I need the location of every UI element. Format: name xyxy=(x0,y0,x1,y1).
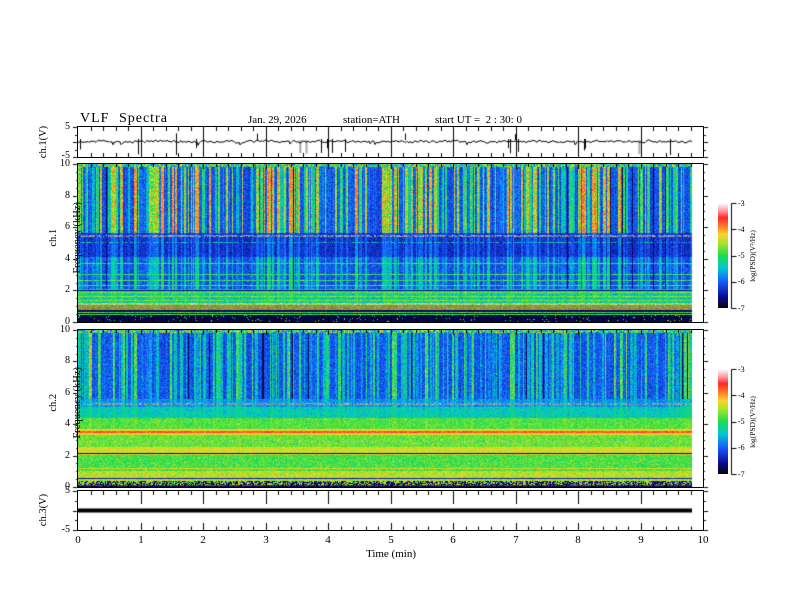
vlf-spectra-figure: VLF Spectra Jan. 29, 2026 station=ATH st… xyxy=(0,0,792,612)
ch3-waveform-panel xyxy=(77,490,704,531)
y-tick-label: 2 xyxy=(65,450,70,461)
colorbar-ch1-gradient xyxy=(718,203,728,308)
y-tick-label: 8 xyxy=(65,355,70,366)
x-tick-label: 8 xyxy=(575,534,581,546)
ch1-spectrogram-panel xyxy=(77,163,704,323)
ch1-spec-frequency-label: Frequency (kHz) xyxy=(72,202,83,274)
x-tick-label: 2 xyxy=(200,534,206,546)
ch3-wave-ylabel: ch.3(V) xyxy=(38,493,49,527)
y-tick-label: 10 xyxy=(60,158,70,169)
y-tick-label: 5 xyxy=(65,485,70,496)
ch2-spectrogram-panel xyxy=(77,329,704,488)
x-tick-label: 7 xyxy=(513,534,519,546)
y-tick-label: 8 xyxy=(65,190,70,201)
time-axis-label: Time (min) xyxy=(365,548,416,560)
y-tick-label: 2 xyxy=(65,284,70,295)
x-tick-label: 5 xyxy=(388,534,394,546)
ch1-waveform-panel xyxy=(77,126,704,158)
x-tick-label: 9 xyxy=(638,534,644,546)
plot-title: VLF Spectra xyxy=(80,111,168,126)
colorbar-ch2-title: log(PSD)(V²/Hz) xyxy=(748,396,757,448)
x-tick-label: 0 xyxy=(75,534,81,546)
x-tick-label: 4 xyxy=(325,534,331,546)
y-tick-label: 6 xyxy=(65,387,70,398)
ch1-spectrogram-canvas xyxy=(78,164,703,322)
y-tick-label: 4 xyxy=(65,253,70,264)
start-ut-label: start UT = 2 : 30: 0 xyxy=(435,114,522,126)
y-tick-label: 6 xyxy=(65,221,70,232)
ch2-spec-frequency-label: Frequency (kHz) xyxy=(72,367,83,439)
ch1-waveform-canvas xyxy=(78,127,703,157)
colorbar-ch2-gradient xyxy=(718,369,728,474)
colorbar-ch1-title: log(PSD)(V²/Hz) xyxy=(748,230,757,282)
ch2-spectrogram-canvas xyxy=(78,330,703,487)
y-tick-label: 10 xyxy=(60,324,70,335)
date-label: Jan. 29, 2026 xyxy=(248,114,307,126)
y-tick-label: 4 xyxy=(65,418,70,429)
x-tick-label: 6 xyxy=(450,534,456,546)
x-tick-label: 3 xyxy=(263,534,269,546)
y-tick-label: 5 xyxy=(65,121,70,132)
ch3-waveform-canvas xyxy=(78,491,703,530)
x-tick-label: 10 xyxy=(697,534,709,546)
station-label: station=ATH xyxy=(343,114,400,126)
x-tick-label: 1 xyxy=(138,534,144,546)
